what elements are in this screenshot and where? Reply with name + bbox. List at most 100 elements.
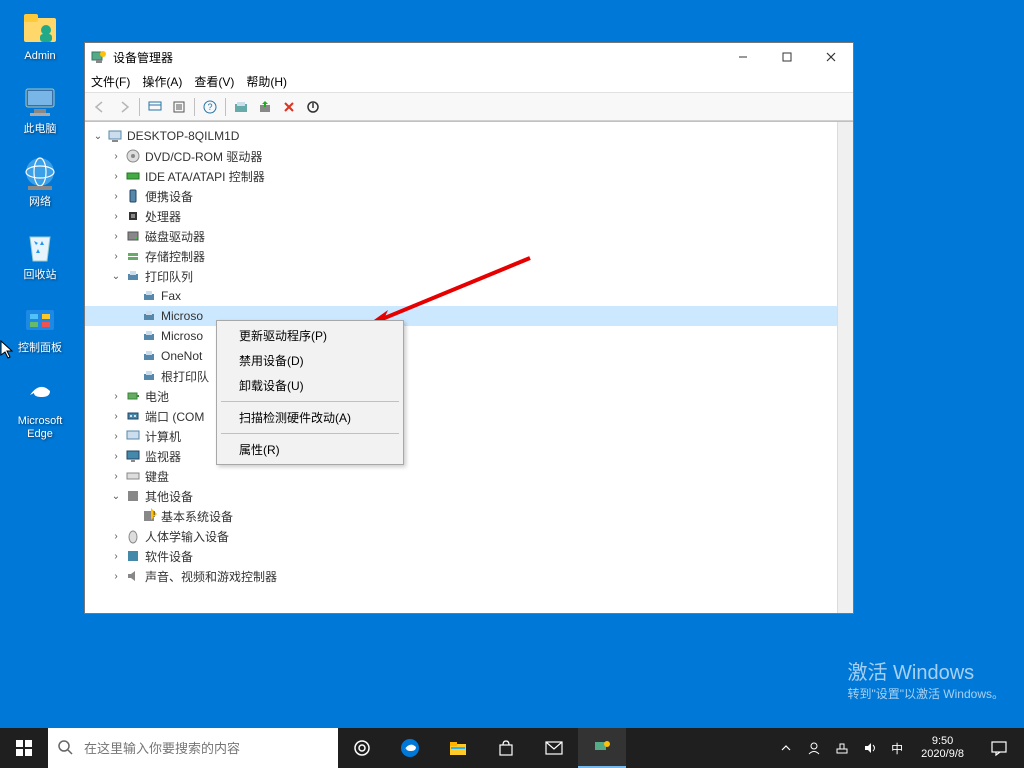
taskbar-store[interactable]	[482, 728, 530, 768]
chevron-right-icon[interactable]: ›	[109, 151, 123, 162]
desktop-icon-this-pc[interactable]: 此电脑	[10, 81, 70, 136]
desktop-icon-edge[interactable]: Microsoft Edge	[10, 373, 70, 441]
maximize-button[interactable]	[765, 43, 809, 71]
tree-printer-item[interactable]: OneNot	[85, 346, 837, 366]
taskbar-mail[interactable]	[530, 728, 578, 768]
chevron-right-icon[interactable]: ›	[109, 531, 123, 542]
printer-icon	[141, 288, 157, 304]
chevron-right-icon[interactable]: ›	[109, 451, 123, 462]
tree-category[interactable]: ›计算机	[85, 426, 837, 446]
ctx-properties[interactable]: 属性(R)	[219, 437, 401, 462]
tray-volume-icon[interactable]	[859, 728, 881, 768]
desktop-icon-admin[interactable]: Admin	[10, 8, 70, 63]
chevron-right-icon[interactable]: ›	[109, 191, 123, 202]
menu-view[interactable]: 查看(V)	[194, 73, 234, 90]
tree-node-label: 软件设备	[145, 548, 193, 565]
chevron-right-icon[interactable]: ›	[109, 571, 123, 582]
separator	[225, 98, 226, 116]
tree-root[interactable]: ⌄ DESKTOP-8QILM1D	[85, 126, 837, 146]
printer-icon	[125, 268, 141, 284]
tool-help[interactable]: ?	[199, 96, 221, 118]
tree-node-label: Fax	[161, 289, 181, 303]
chevron-right-icon[interactable]: ›	[109, 431, 123, 442]
chevron-right-icon[interactable]: ›	[109, 211, 123, 222]
menu-action[interactable]: 操作(A)	[142, 73, 182, 90]
activation-watermark: 激活 Windows 转到"设置"以激活 Windows。	[847, 656, 1004, 702]
desktop-icon-network[interactable]: 网络	[10, 154, 70, 209]
desktop-icon-control-panel[interactable]: 控制面板	[10, 300, 70, 355]
tree-node-label: Microso	[161, 329, 203, 343]
taskbar-search[interactable]	[48, 728, 338, 768]
tray-chevron-up[interactable]	[775, 728, 797, 768]
tray-network-icon[interactable]	[831, 728, 853, 768]
chevron-right-icon[interactable]: ›	[109, 471, 123, 482]
tray-clock[interactable]: 9:50 2020/9/8	[913, 735, 972, 761]
tree-printer-item-selected[interactable]: Microso	[85, 306, 837, 326]
tree-print-queue[interactable]: ⌄ 打印队列	[85, 266, 837, 286]
tree-other-devices[interactable]: ⌄其他设备	[85, 486, 837, 506]
chevron-right-icon[interactable]: ›	[109, 411, 123, 422]
taskbar-edge[interactable]	[386, 728, 434, 768]
tool-disable[interactable]	[302, 96, 324, 118]
taskbar-file-explorer[interactable]	[434, 728, 482, 768]
tree-category[interactable]: ›处理器	[85, 206, 837, 226]
ctx-update-driver[interactable]: 更新驱动程序(P)	[219, 323, 401, 348]
nav-forward-button[interactable]	[113, 96, 135, 118]
tray-people-icon[interactable]	[803, 728, 825, 768]
tool-show-computer[interactable]	[144, 96, 166, 118]
tree-category[interactable]: ›磁盘驱动器	[85, 226, 837, 246]
user-folder-icon	[20, 8, 60, 48]
chevron-down-icon[interactable]: ⌄	[109, 491, 123, 502]
tree-category[interactable]: ›键盘	[85, 466, 837, 486]
device-tree[interactable]: ⌄ DESKTOP-8QILM1D ›DVD/CD-ROM 驱动器 ›IDE A…	[85, 122, 837, 613]
scrollbar[interactable]	[837, 122, 853, 613]
tree-node-label: 基本系统设备	[161, 508, 233, 525]
ctx-scan-hardware[interactable]: 扫描检测硬件改动(A)	[219, 405, 401, 430]
chevron-down-icon[interactable]: ⌄	[91, 131, 105, 142]
tree-printer-item[interactable]: Fax	[85, 286, 837, 306]
printer-icon	[141, 368, 157, 384]
tree-node-label: 打印队列	[145, 268, 193, 285]
chevron-right-icon[interactable]: ›	[109, 231, 123, 242]
tool-uninstall[interactable]	[278, 96, 300, 118]
tree-category[interactable]: ›声音、视频和游戏控制器	[85, 566, 837, 586]
separator	[139, 98, 140, 116]
titlebar[interactable]: 设备管理器	[85, 43, 853, 71]
device-manager-icon	[91, 49, 107, 65]
minimize-button[interactable]	[721, 43, 765, 71]
tree-category[interactable]: ›端口 (COM	[85, 406, 837, 426]
chevron-down-icon[interactable]: ⌄	[109, 271, 123, 282]
chevron-right-icon[interactable]: ›	[109, 171, 123, 182]
chevron-right-icon[interactable]: ›	[109, 251, 123, 262]
start-button[interactable]	[0, 728, 48, 768]
desktop-icon-recycle-bin[interactable]: 回收站	[10, 227, 70, 282]
task-view-button[interactable]	[338, 728, 386, 768]
search-input[interactable]	[84, 741, 328, 756]
close-button[interactable]	[809, 43, 853, 71]
chevron-right-icon[interactable]: ›	[109, 551, 123, 562]
tree-unknown-device[interactable]: !基本系统设备	[85, 506, 837, 526]
cpu-icon	[125, 208, 141, 224]
chevron-right-icon[interactable]: ›	[109, 391, 123, 402]
menu-file[interactable]: 文件(F)	[91, 73, 130, 90]
tree-category[interactable]: ›IDE ATA/ATAPI 控制器	[85, 166, 837, 186]
ctx-uninstall-device[interactable]: 卸载设备(U)	[219, 373, 401, 398]
tree-printer-item[interactable]: 根打印队	[85, 366, 837, 386]
tool-update-driver[interactable]	[254, 96, 276, 118]
tree-category[interactable]: ›电池	[85, 386, 837, 406]
menu-help[interactable]: 帮助(H)	[246, 73, 287, 90]
taskbar-device-manager[interactable]	[578, 728, 626, 768]
tree-category[interactable]: ›存储控制器	[85, 246, 837, 266]
nav-back-button[interactable]	[89, 96, 111, 118]
tree-category[interactable]: ›DVD/CD-ROM 驱动器	[85, 146, 837, 166]
tree-category[interactable]: ›便携设备	[85, 186, 837, 206]
tree-category[interactable]: ›监视器	[85, 446, 837, 466]
tool-devices-printers[interactable]	[230, 96, 252, 118]
tray-ime[interactable]: 中	[887, 740, 907, 757]
action-center-button[interactable]	[978, 728, 1020, 768]
tool-properties[interactable]	[168, 96, 190, 118]
tree-printer-item[interactable]: Microso	[85, 326, 837, 346]
ctx-disable-device[interactable]: 禁用设备(D)	[219, 348, 401, 373]
tree-category[interactable]: › 软件设备	[85, 546, 837, 566]
tree-category[interactable]: ›人体学输入设备	[85, 526, 837, 546]
